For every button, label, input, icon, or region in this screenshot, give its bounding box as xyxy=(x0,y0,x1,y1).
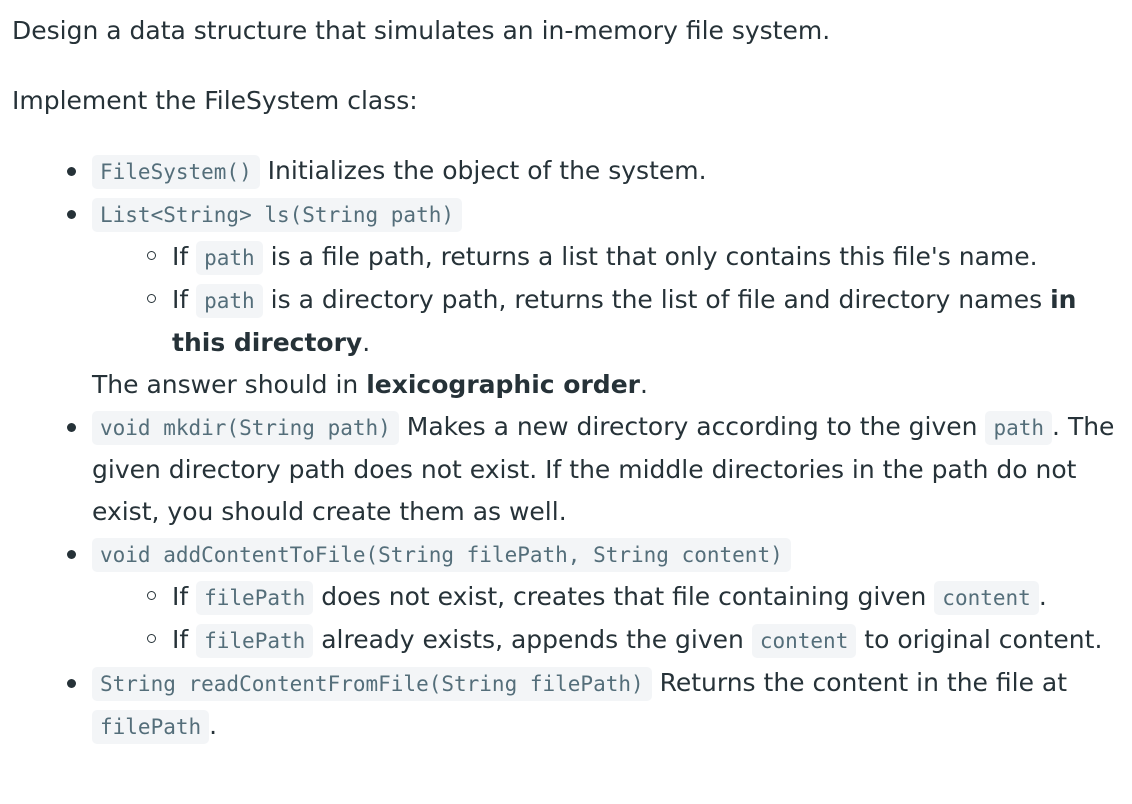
method-description: Makes a new directory according to the g… xyxy=(398,412,986,441)
inline-code: filePath xyxy=(196,581,314,615)
method-sublist: If filePath does not exist, creates that… xyxy=(92,576,1118,662)
method-item-addcontent: void addContentToFile(String filePath, S… xyxy=(67,533,1118,662)
method-item-readcontent: String readContentFromFile(String filePa… xyxy=(67,662,1118,748)
sub-prefix: If xyxy=(172,285,197,314)
method-item-constructor: FileSystem() Initializes the object of t… xyxy=(67,150,1118,193)
method-signature: String readContentFromFile(String filePa… xyxy=(92,667,652,701)
inline-code: content xyxy=(751,624,857,658)
sub-post: . xyxy=(362,328,371,357)
inline-code: filePath xyxy=(196,624,314,658)
method-sublist: If path is a file path, returns a list t… xyxy=(92,236,1118,364)
method-description: Initializes the object of the system. xyxy=(259,156,707,185)
method-signature: List<String> ls(String path) xyxy=(92,198,463,232)
intro-text: Design a data structure that simulates a… xyxy=(12,16,831,45)
method-item-mkdir: void mkdir(String path) Makes a new dire… xyxy=(67,406,1118,533)
sublist-item: If filePath already exists, appends the … xyxy=(147,619,1118,662)
sublist-item: If filePath does not exist, creates that… xyxy=(147,576,1118,619)
ls-note: The answer should in lexicographic order… xyxy=(92,364,1118,406)
note-post: . xyxy=(639,370,648,399)
sub-prefix: If xyxy=(172,582,197,611)
implement-text: Implement the FileSystem class: xyxy=(12,86,418,115)
method-description: Returns the content in the file at xyxy=(651,668,1068,697)
problem-description: Design a data structure that simulates a… xyxy=(0,0,1132,804)
sub-prefix: If xyxy=(172,242,197,271)
inline-code: filePath xyxy=(92,710,210,744)
sub-text: does not exist, creates that file contai… xyxy=(313,582,935,611)
method-signature: FileSystem() xyxy=(92,155,260,189)
sublist-item: If path is a directory path, returns the… xyxy=(147,279,1118,364)
sublist-item: If path is a file path, returns a list t… xyxy=(147,236,1118,279)
sub-post: . xyxy=(1038,582,1047,611)
method-item-ls: List<String> ls(String path) If path is … xyxy=(67,193,1118,406)
inline-code: path xyxy=(196,241,263,275)
sub-post: to original content. xyxy=(856,625,1103,654)
method-signature: void mkdir(String path) xyxy=(92,411,399,445)
method-list: FileSystem() Initializes the object of t… xyxy=(12,150,1118,748)
note-bold: lexicographic order xyxy=(366,370,640,399)
note-text: The answer should in xyxy=(92,370,367,399)
inline-code: path xyxy=(985,411,1053,445)
method-post: . xyxy=(209,711,218,740)
inline-code: content xyxy=(934,581,1039,615)
inline-code: path xyxy=(196,284,263,318)
sub-text: is a file path, returns a list that only… xyxy=(262,242,1038,271)
sub-text: is a directory path, returns the list of… xyxy=(262,285,1051,314)
sub-text: already exists, appends the given xyxy=(313,625,752,654)
method-signature: void addContentToFile(String filePath, S… xyxy=(92,538,791,572)
sub-prefix: If xyxy=(172,625,197,654)
